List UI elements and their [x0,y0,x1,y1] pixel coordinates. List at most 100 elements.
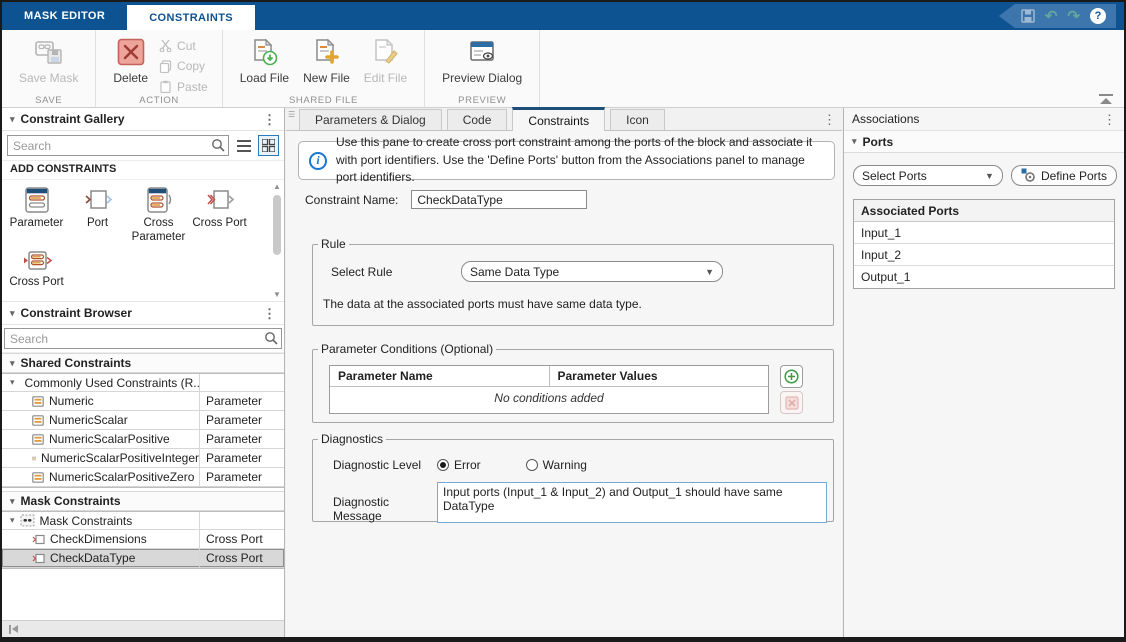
list-view-button[interactable] [233,135,254,156]
edit-file-button[interactable]: Edit File [357,35,414,87]
gallery-item-cross-parameter[interactable]: Cross Parameter [128,186,189,245]
add-constraints-header: ADD CONSTRAINTS [2,161,284,180]
associations-menu-icon[interactable]: ⋮ [1103,113,1116,126]
radio-warning[interactable] [526,459,538,471]
gallery-item-port[interactable]: Port [67,186,128,245]
collapse-left-panel-icon[interactable] [9,625,18,634]
gallery-search-input[interactable] [7,135,229,156]
save-icon[interactable] [1021,9,1035,23]
gallery-item-cross-port-2[interactable]: Cross Port [6,249,67,290]
add-condition-button[interactable] [780,365,803,388]
gallery-search-row [2,131,284,161]
tree-row-numericscalarpositivezero[interactable]: NumericScalarPositiveZero Parameter [2,468,284,487]
collapse-triangle-icon[interactable]: ▾ [10,377,15,388]
toolstrip-tab-mask-editor[interactable]: MASK EDITOR [2,2,127,30]
ribbon-group-action: Delete Cut Copy [96,30,222,107]
radio-error[interactable] [437,459,449,471]
chevron-down-icon: ▼ [705,267,714,277]
ribbon-group-save-label: SAVE [2,95,95,106]
redo-icon[interactable]: ↷ [1067,9,1080,24]
tree-row-label: NumericScalarPositiveInteger [41,451,199,465]
tree-row-label: NumericScalar [49,413,128,427]
undo-icon[interactable]: ↶ [1045,9,1058,24]
cut-icon [159,39,172,52]
select-ports-dropdown[interactable]: Select Ports ▼ [853,165,1003,186]
define-ports-button[interactable]: Define Ports [1011,165,1117,186]
constraint-name-input[interactable] [411,190,587,209]
delete-label: Delete [113,71,148,85]
scroll-up-icon[interactable]: ▲ [273,182,281,191]
delete-button[interactable]: Delete [106,35,155,87]
collapse-triangle-icon: ▾ [852,136,857,147]
collapse-triangle-icon[interactable]: ▾ [10,114,15,125]
shared-constraints-section[interactable]: ▾ Shared Constraints [2,353,284,373]
save-mask-label: Save Mask [19,71,78,85]
preview-dialog-button[interactable]: Preview Dialog [435,35,529,87]
tree-row-numericscalarpositive[interactable]: NumericScalarPositive Parameter [2,430,284,449]
gallery-item-cross-port[interactable]: Cross Port [189,186,250,245]
ports-section-header[interactable]: ▾ Ports [844,131,1124,153]
tab-icon[interactable]: Icon [610,109,665,130]
tree-row-checkdatatype[interactable]: CheckDataType Cross Port [2,549,284,568]
collapse-triangle-icon[interactable]: ▾ [10,515,15,526]
tree-row-numeric[interactable]: Numeric Parameter [2,392,284,411]
paste-button[interactable]: Paste [159,77,208,96]
collapse-ribbon-button[interactable] [1098,94,1114,105]
shared-constraints-label: Shared Constraints [21,356,132,370]
tree-row-label: NumericScalarPositive [49,432,170,446]
port-row-output-1[interactable]: Output_1 [854,266,1114,288]
tree-row-numericscalar[interactable]: NumericScalar Parameter [2,411,284,430]
gallery-scrollbar[interactable]: ▲ ▼ [271,182,283,299]
parameter-constraint-icon [32,434,44,445]
rule-group: Rule Select Rule Same Data Type ▼ The da… [312,237,834,326]
search-icon [264,331,278,345]
select-rule-dropdown[interactable]: Same Data Type ▼ [461,261,723,282]
chevron-down-icon: ▼ [985,171,994,181]
scrollbar-thumb[interactable] [273,195,281,255]
delete-icon [116,37,146,67]
collapse-triangle-icon: ▾ [10,358,15,369]
diagnostic-message-input[interactable]: Input ports (Input_1 & Input_2) and Outp… [437,482,827,523]
scroll-down-icon[interactable]: ▼ [273,290,281,299]
parameter-conditions-table: Parameter Name Parameter Values No condi… [329,365,769,414]
ribbon-group-action-label: ACTION [96,95,221,106]
collapse-triangle-icon[interactable]: ▾ [10,308,15,319]
save-mask-button[interactable]: Save Mask [12,35,85,87]
associations-panel: Associations ⋮ ▾ Ports Select Ports ▼ De… [843,108,1124,637]
tab-code[interactable]: Code [447,109,508,130]
load-file-button[interactable]: Load File [233,35,296,87]
tabbar-menu-icon[interactable]: ⋮ [823,112,836,128]
tree-row-commonly-used[interactable]: ▾ Commonly Used Constraints (R... [2,373,284,392]
browser-search-input[interactable] [4,328,282,349]
grid-view-button[interactable] [258,135,279,156]
port-row-input-2[interactable]: Input_2 [854,244,1114,266]
parameter-constraint-icon [32,396,44,407]
port-row-input-1[interactable]: Input_1 [854,222,1114,244]
gallery-menu-icon[interactable]: ⋮ [263,113,276,126]
parameter-conditions-legend: Parameter Conditions (Optional) [318,342,496,356]
mask-constraints-section[interactable]: ▾ Mask Constraints [2,491,284,511]
tab-constraints[interactable]: Constraints [512,107,605,131]
parameter-constraint-icon [32,453,36,464]
gallery-item-label: Cross Parameter [128,217,189,245]
cross-port-constraint-icon [22,249,52,273]
ports-controls: Select Ports ▼ Define Ports [844,153,1124,196]
diagnostics-legend: Diagnostics [318,432,386,446]
constraint-gallery-header: ▾ Constraint Gallery ⋮ [2,108,284,131]
panel-splitter-handle[interactable]: ☰ [288,113,296,116]
cut-button[interactable]: Cut [159,36,208,55]
load-file-label: Load File [240,71,289,85]
ribbon-group-save: Save Mask SAVE [2,30,96,107]
tab-parameters-dialog[interactable]: Parameters & Dialog [299,109,442,130]
new-file-button[interactable]: New File [296,35,357,87]
delete-condition-button[interactable] [780,391,803,414]
tree-row-mask-constraints-root[interactable]: ▾ Mask Constraints [2,511,284,530]
help-icon[interactable]: ? [1090,8,1106,24]
tree-row-numericscalarpositiveinteger[interactable]: NumericScalarPositiveInteger Parameter [2,449,284,468]
toolstrip-tab-constraints[interactable]: CONSTRAINTS [127,5,255,30]
browser-menu-icon[interactable]: ⋮ [263,307,276,320]
copy-button[interactable]: Copy [159,57,208,76]
paste-icon [159,80,172,93]
tree-row-checkdimensions[interactable]: CheckDimensions Cross Port [2,530,284,549]
gallery-item-parameter[interactable]: Parameter [6,186,67,245]
